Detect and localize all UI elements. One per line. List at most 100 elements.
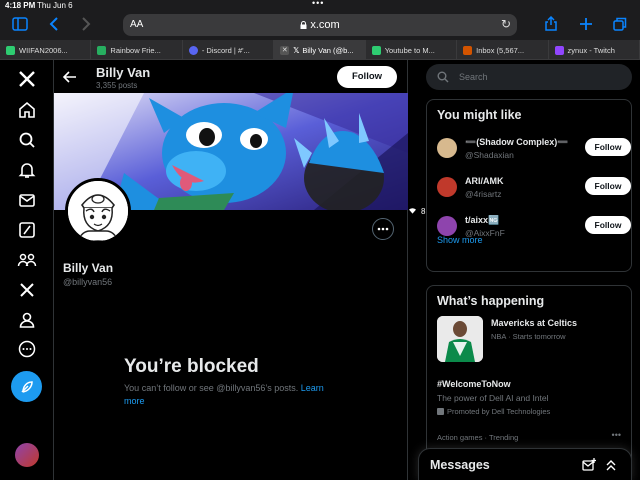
blocked-desc-text: You can’t follow or see @billyvan56’s po… — [124, 383, 299, 393]
more-dots-icon — [377, 227, 389, 231]
grok-icon[interactable] — [16, 219, 38, 241]
header-post-count: 3,355 posts — [96, 81, 138, 90]
suggestion-avatar[interactable] — [437, 138, 457, 158]
suggestion-follow-button[interactable]: Follow — [585, 216, 631, 234]
x-logo-icon[interactable] — [16, 68, 38, 90]
premium-x-icon[interactable] — [16, 279, 38, 301]
player-photo — [437, 316, 483, 362]
suggestion-handle: @4risartz — [465, 189, 502, 199]
you-might-like-title: You might like — [437, 108, 522, 122]
status-date: Thu Jun 6 — [37, 1, 73, 10]
messages-drawer[interactable]: Messages — [418, 448, 632, 480]
status-time: 4:18 PM — [5, 1, 36, 10]
tab-overview-icon[interactable] — [610, 16, 630, 36]
tab-label: WIIFAN2006... — [19, 45, 68, 55]
suggestion-avatar[interactable] — [437, 177, 457, 197]
show-more-link[interactable]: Show more — [437, 235, 483, 245]
lock-icon — [300, 21, 307, 29]
tab-favicon — [188, 45, 198, 55]
tab-discord[interactable]: - Discord | #'... — [183, 40, 275, 60]
profile-handle: @billyvan56 — [63, 277, 113, 287]
url-text: x.com — [123, 19, 517, 31]
suggestion-name: ARI/AMK — [465, 176, 504, 186]
tab-favicon — [97, 45, 107, 55]
search-input[interactable]: Search — [426, 64, 632, 90]
back-nav-icon[interactable] — [44, 16, 64, 36]
reload-icon[interactable]: ↻ — [501, 17, 511, 31]
feather-icon — [20, 380, 33, 393]
promoted-hashtag[interactable]: #WelcomeToNow — [437, 379, 511, 389]
x-favicon-icon: 𝕏 — [293, 45, 300, 55]
tab-label: Billy Van (@b... — [302, 45, 354, 55]
trend-more-icon[interactable]: ••• — [612, 430, 621, 440]
you-might-like-card: You might like ➖(Shadow Complex)➖ @Shada… — [426, 99, 632, 272]
sidebar-toggle-icon[interactable] — [10, 16, 30, 36]
multitasking-dots[interactable]: ••• — [312, 0, 324, 8]
tab-label: Youtube to M... — [384, 45, 435, 55]
tab-favicon — [463, 45, 473, 55]
tab-favicon — [554, 45, 564, 55]
notifications-icon[interactable] — [16, 159, 38, 181]
tab-favicon — [371, 45, 381, 55]
profile-column: Billy Van 3,355 posts Follow Billy Van @… — [54, 60, 408, 480]
forward-nav-icon[interactable] — [76, 16, 96, 36]
suggestion-avatar[interactable] — [437, 216, 457, 236]
follow-button[interactable]: Follow — [337, 66, 397, 88]
suggestion-item[interactable]: ➖(Shadow Complex)➖ @Shadaxian Follow — [437, 136, 631, 166]
messages-title: Messages — [430, 458, 490, 472]
tab-inbox[interactable]: Inbox (5,567... — [457, 40, 549, 60]
back-arrow-icon[interactable] — [62, 69, 78, 85]
suggestion-name: t/aixx🆖 — [465, 215, 500, 225]
trend-image[interactable] — [437, 316, 483, 362]
tab-billy-van[interactable]: ✕ 𝕏 Billy Van (@b... — [274, 40, 366, 60]
blocked-title: You’re blocked — [124, 356, 259, 377]
whats-happening-title: What’s happening — [437, 294, 545, 308]
browser-tabs: WIIFAN2006... Rainbow Frie... - Discord … — [0, 40, 640, 60]
search-icon — [437, 71, 449, 83]
trend-title[interactable]: Mavericks at Celtics — [491, 318, 577, 328]
tab-youtube-to-mp3[interactable]: Youtube to M... — [366, 40, 458, 60]
tab-wiifan[interactable]: WIIFAN2006... — [0, 40, 92, 60]
new-message-icon[interactable] — [582, 458, 597, 477]
profile-more-button[interactable] — [372, 218, 394, 240]
profile-avatar[interactable] — [65, 178, 131, 244]
blocked-description: You can’t follow or see @billyvan56’s po… — [124, 382, 344, 408]
tab-label: Inbox (5,567... — [476, 45, 525, 55]
address-bar[interactable]: AA x.com ↻ — [123, 14, 517, 36]
trend-category: Action games · Trending — [437, 433, 519, 442]
suggestion-name: ➖(Shadow Complex)➖ — [465, 137, 569, 147]
share-icon[interactable] — [541, 15, 561, 36]
suggestion-follow-button[interactable]: Follow — [585, 177, 631, 195]
new-tab-icon[interactable] — [576, 16, 596, 36]
url-label: x.com — [310, 19, 340, 31]
tab-label: Rainbow Frie... — [110, 45, 161, 55]
right-sidebar: Search You might like ➖(Shadow Complex)➖… — [408, 60, 640, 480]
more-icon[interactable] — [16, 338, 38, 360]
home-icon[interactable] — [16, 99, 38, 121]
tab-close-icon[interactable]: ✕ — [280, 45, 290, 55]
promoted-by-text: Promoted by Dell Technologies — [447, 407, 551, 416]
expand-messages-icon[interactable] — [605, 458, 617, 477]
account-avatar[interactable] — [15, 443, 39, 467]
suggestion-follow-button[interactable]: Follow — [585, 138, 631, 156]
tab-favicon — [6, 45, 15, 55]
tab-label: zynux - Twitch — [567, 45, 615, 55]
suggestion-item[interactable]: ARI/AMK @4risartz Follow — [437, 175, 631, 205]
left-nav — [0, 60, 54, 480]
tab-twitch[interactable]: zynux - Twitch — [549, 40, 640, 60]
communities-icon[interactable] — [16, 249, 38, 271]
header-profile-name: Billy Van — [96, 65, 151, 80]
status-bar: 4:18 PM Thu Jun 6 ••• 81% — [0, 0, 640, 216]
tab-rainbow[interactable]: Rainbow Frie... — [91, 40, 183, 60]
search-icon[interactable] — [16, 129, 38, 151]
promoted-by: Promoted by Dell Technologies — [437, 407, 550, 416]
messages-icon[interactable] — [16, 189, 38, 211]
avatar-artwork — [68, 181, 128, 241]
profile-icon[interactable] — [16, 309, 38, 331]
suggestion-handle: @Shadaxian — [465, 150, 514, 160]
compose-post-button[interactable] — [11, 371, 42, 402]
promoted-description: The power of Dell AI and Intel — [437, 393, 549, 403]
trend-meta: NBA · Starts tomorrow — [491, 332, 566, 341]
browser-toolbar: AA x.com ↻ — [0, 12, 640, 40]
promoted-icon — [437, 408, 444, 415]
